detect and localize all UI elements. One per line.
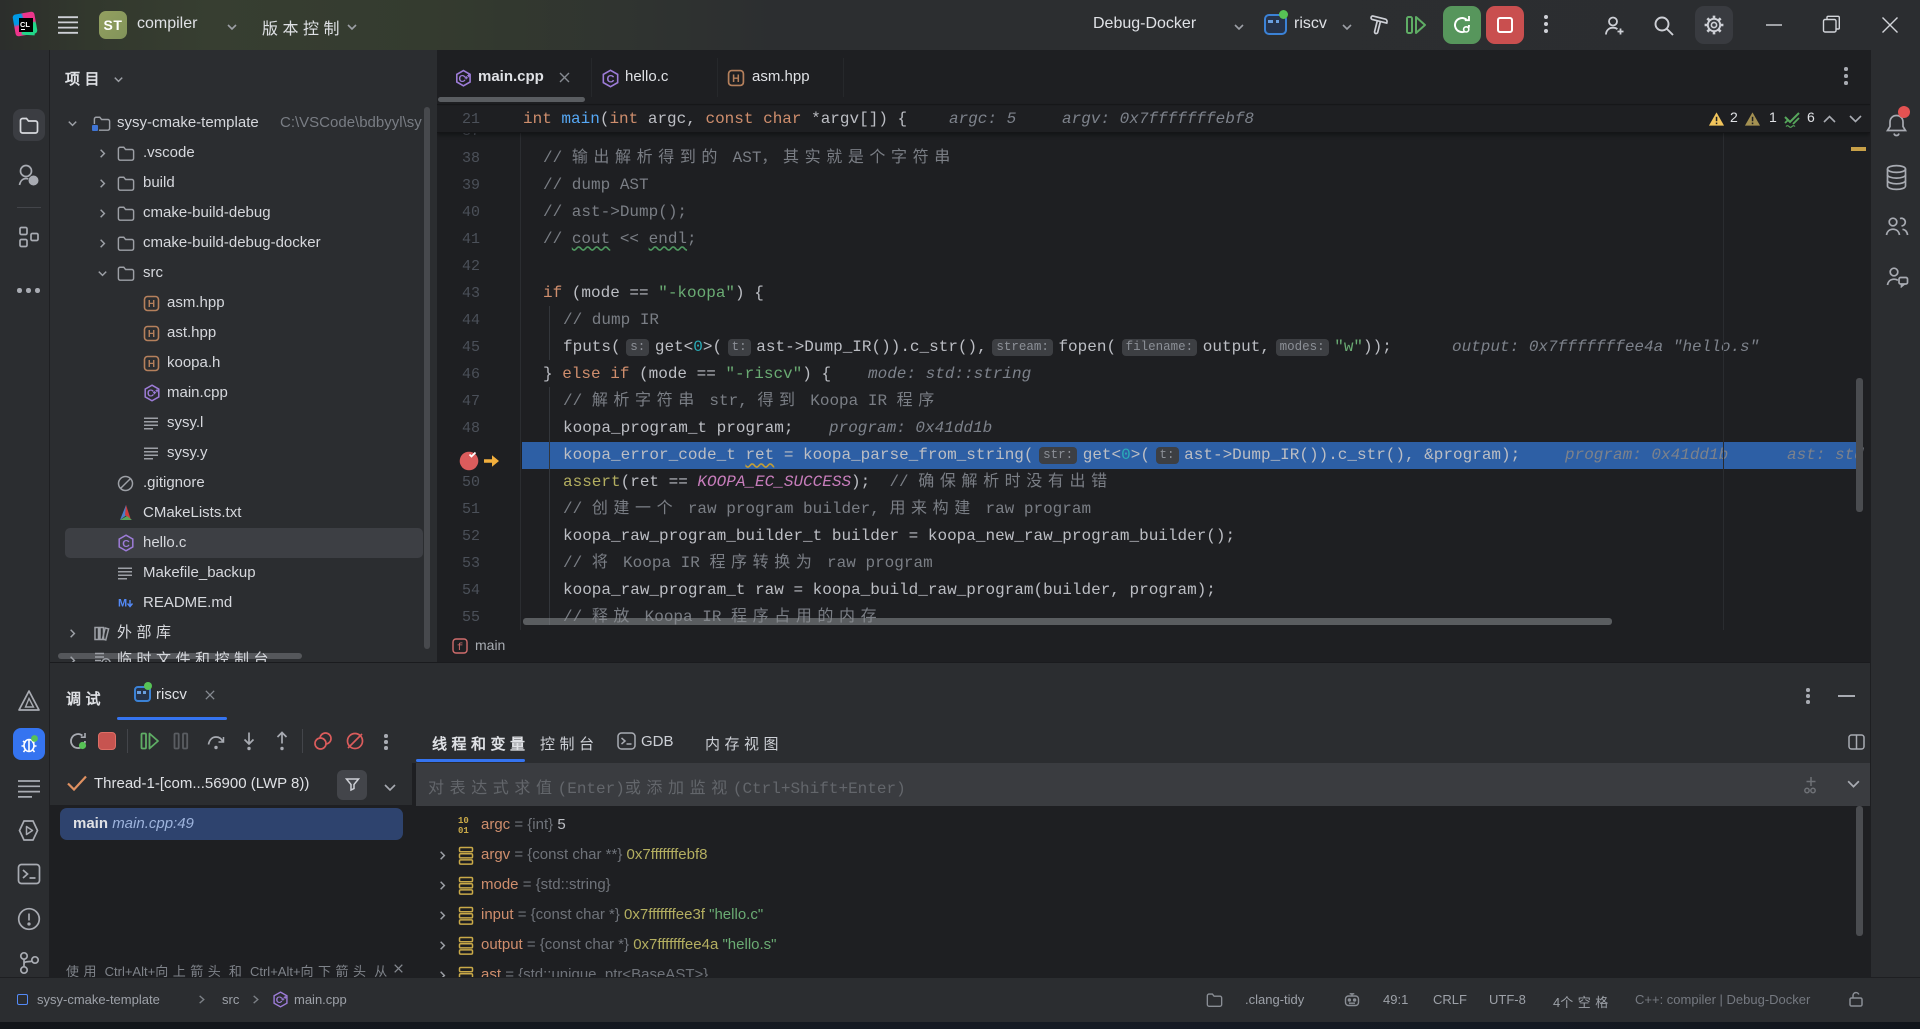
svg-text:H: H (148, 359, 155, 370)
svg-text:?: ? (31, 176, 36, 186)
svg-text:f: f (457, 642, 463, 654)
svg-text:M: M (118, 598, 127, 610)
svg-text:C: C (122, 538, 130, 550)
svg-text:H: H (148, 299, 155, 310)
svg-text:C: C (459, 74, 466, 85)
svg-text:H: H (732, 73, 740, 85)
svg-text:H: H (148, 329, 155, 340)
svg-text:C: C (147, 389, 154, 400)
svg-text:C: C (276, 995, 283, 1006)
svg-text:C: C (606, 74, 614, 86)
